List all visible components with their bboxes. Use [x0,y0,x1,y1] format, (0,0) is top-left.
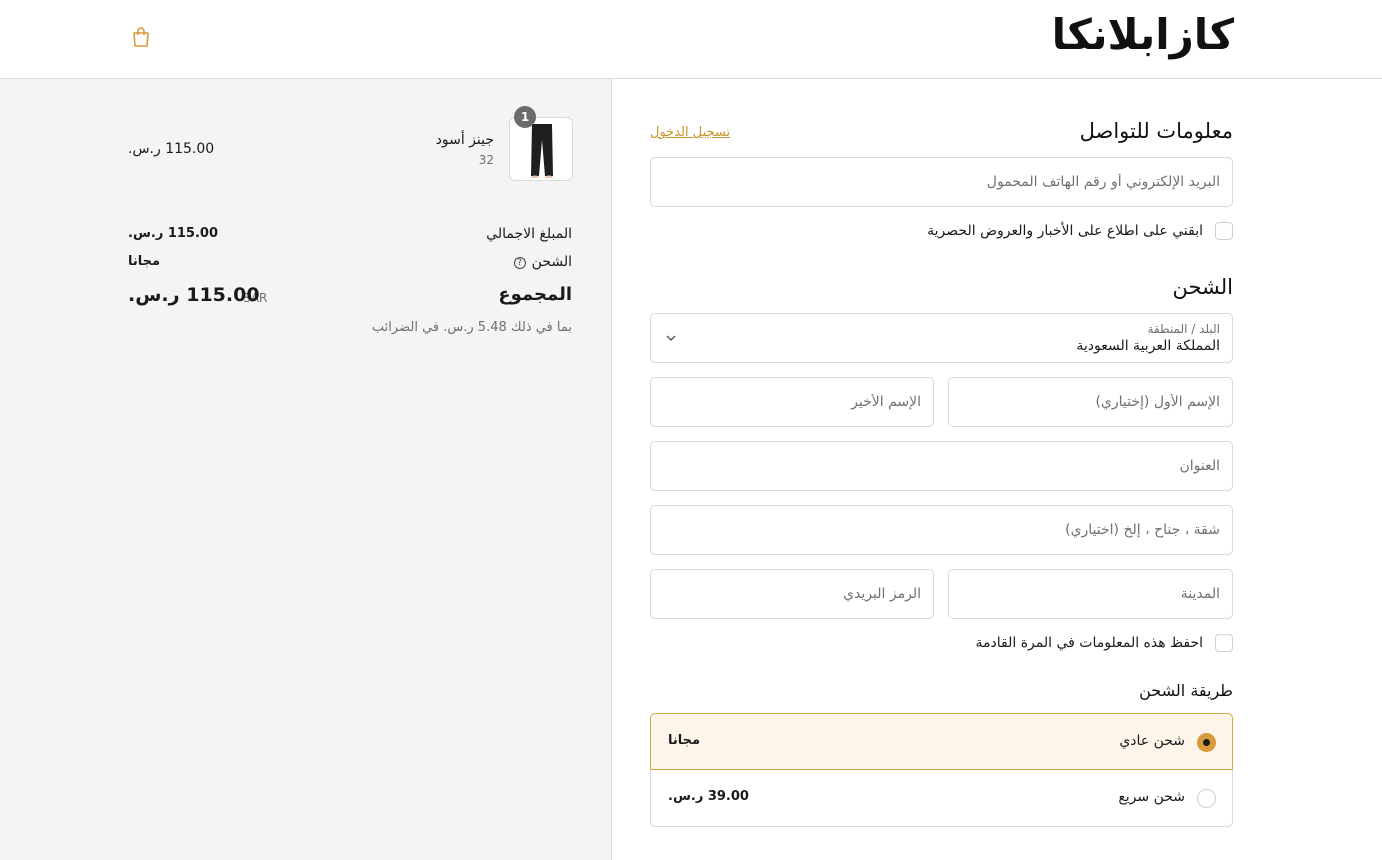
contact-title: معلومات للتواصل [1079,119,1233,143]
shipping-row-label: الشحن? [513,254,572,270]
standard-shipping-name: شحن عادي [1119,733,1185,749]
postal-code-input[interactable] [651,570,933,618]
question-circle-icon[interactable]: ? [513,257,526,269]
subtotal-label: المبلغ الاجمالي [486,226,572,242]
country-value: المملكة العربية السعودية [1076,338,1220,354]
first-name-input[interactable] [949,378,1232,426]
product-price: 115.00 ر.س. [128,141,215,157]
email-field[interactable] [650,157,1233,207]
email-input[interactable] [651,158,1232,206]
subtotal-value: 115.00 ر.س. [128,226,218,241]
quantity-badge: 1 [514,106,536,128]
shipping-label: الشحن [531,254,572,270]
save-info-checkbox-row[interactable]: احفظ هذه المعلومات في المرة القادمة [976,634,1233,652]
last-name-field[interactable] [650,377,934,427]
express-shipping-name: شحن سريع [1118,789,1185,805]
product-name: جينز أسود [435,132,494,148]
save-info-checkbox[interactable] [1215,634,1233,652]
address-field[interactable] [650,441,1233,491]
first-name-field[interactable] [948,377,1233,427]
apartment-field[interactable] [650,505,1233,555]
shipping-title: الشحن [1172,275,1233,299]
newsletter-checkbox-row[interactable]: ابقني على اطلاع على الأخبار والعروض الحص… [927,222,1233,240]
shipping-method-title: طريقة الشحن [1139,681,1233,700]
newsletter-label: ابقني على اطلاع على الأخبار والعروض الحص… [927,223,1203,239]
last-name-input[interactable] [651,378,933,426]
jeans-image-icon [531,124,553,178]
shipping-option-standard[interactable]: شحن عادي مجانا [650,713,1233,770]
chevron-down-icon [666,335,676,341]
store-logo[interactable]: كازابلانكا [1052,10,1235,59]
country-select[interactable]: البلد / المنطقة المملكة العربية السعودية [650,313,1233,363]
express-shipping-radio[interactable] [1197,789,1216,808]
city-field[interactable] [948,569,1233,619]
city-input[interactable] [949,570,1232,618]
country-label: البلد / المنطقة [1147,322,1220,336]
express-shipping-price: 39.00 ر.س. [668,789,749,804]
product-variant: 32 [478,153,494,167]
apartment-input[interactable] [651,506,1232,554]
total-value: 115.00 ر.س. [128,284,260,306]
newsletter-checkbox[interactable] [1215,222,1233,240]
shipping-option-express[interactable]: شحن سريع 39.00 ر.س. [650,770,1233,827]
total-label: المجموع [498,284,572,305]
address-input[interactable] [651,442,1232,490]
product-thumbnail [509,117,573,181]
standard-shipping-price: مجانا [668,733,701,748]
tax-note: بما في ذلك 5.48 ر.س. في الضرائب [371,320,572,335]
shopping-bag-icon[interactable] [131,26,151,48]
checkout-form: معلومات للتواصل تسجيل الدخول ابقني على ا… [612,79,1382,860]
standard-shipping-radio[interactable] [1197,733,1216,752]
header: كازابلانكا [0,0,1382,79]
order-summary: 1 جينز أسود 32 115.00 ر.س. المبلغ الاجما… [0,79,612,860]
shipping-value: مجانا [128,254,161,269]
postal-code-field[interactable] [650,569,934,619]
login-link[interactable]: تسجيل الدخول [650,125,730,140]
save-info-label: احفظ هذه المعلومات في المرة القادمة [975,635,1203,651]
